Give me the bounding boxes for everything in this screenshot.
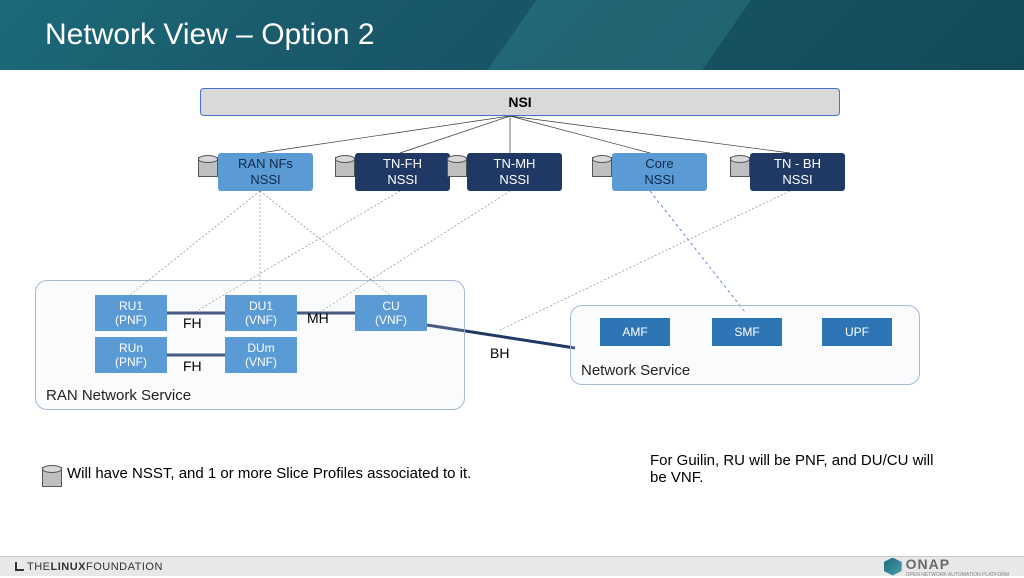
nssi-tnmh-l1: TN-MH — [494, 156, 536, 172]
node-dum-l2: (VNF) — [245, 355, 277, 369]
label-fh2: FH — [183, 358, 202, 374]
node-cu-l2: (VNF) — [375, 313, 407, 327]
node-amf: AMF — [600, 318, 670, 346]
nssi-tnfh-l2: NSSI — [387, 172, 417, 188]
node-smf: SMF — [712, 318, 782, 346]
onap-logo: ONAP OPEN NETWORK AUTOMATION PLATFORM — [884, 556, 1009, 578]
node-run-l2: (PNF) — [115, 355, 147, 369]
cylinder-icon — [42, 465, 60, 487]
note-nsst: Will have NSST, and 1 or more Slice Prof… — [67, 465, 471, 482]
cylinder-icon — [447, 155, 465, 177]
node-du1-l2: (VNF) — [245, 313, 277, 327]
slide-header: Network View – Option 2 — [0, 0, 1024, 70]
node-cu-l1: CU — [382, 299, 399, 313]
diagram-canvas: NSI RAN NFs NSSI TN-FH NSSI TN-MH NSSI C… — [0, 70, 1024, 540]
nssi-tnbh-l1: TN - BH — [774, 156, 821, 172]
nssi-tnmh-l2: NSSI — [499, 172, 529, 188]
nssi-core: Core NSSI — [612, 153, 707, 191]
node-dum-l1: DUm — [247, 341, 274, 355]
label-bh: BH — [490, 345, 509, 361]
node-du1: DU1 (VNF) — [225, 295, 297, 331]
label-fh1: FH — [183, 315, 202, 331]
cylinder-icon — [592, 155, 610, 177]
nssi-tnbh: TN - BH NSSI — [750, 153, 845, 191]
slide-title: Network View – Option 2 — [45, 18, 375, 52]
nsi-box: NSI — [200, 88, 840, 116]
cylinder-icon — [730, 155, 748, 177]
node-run-l1: RUn — [119, 341, 143, 355]
ns-group-label: Network Service — [581, 362, 690, 379]
linux-foundation-logo: THELINUXFOUNDATION — [15, 561, 163, 573]
nssi-core-l1: Core — [645, 156, 673, 172]
ran-group-label: RAN Network Service — [46, 387, 191, 404]
node-dum: DUm (VNF) — [225, 337, 297, 373]
nssi-ran-l2: NSSI — [250, 172, 280, 188]
node-run: RUn (PNF) — [95, 337, 167, 373]
onap-text: ONAP — [906, 556, 1009, 572]
label-mh: MH — [307, 310, 329, 326]
nssi-tnfh: TN-FH NSSI — [355, 153, 450, 191]
onap-cube-icon — [884, 558, 902, 576]
node-du1-l1: DU1 — [249, 299, 273, 313]
nssi-core-l2: NSSI — [644, 172, 674, 188]
node-upf: UPF — [822, 318, 892, 346]
node-ru1-l2: (PNF) — [115, 313, 147, 327]
note-guilin: For Guilin, RU will be PNF, and DU/CU wi… — [650, 452, 950, 486]
slide-footer: THELINUXFOUNDATION ONAP OPEN NETWORK AUT… — [0, 556, 1024, 576]
nssi-tnbh-l2: NSSI — [782, 172, 812, 188]
nssi-ran: RAN NFs NSSI — [218, 153, 313, 191]
node-ru1: RU1 (PNF) — [95, 295, 167, 331]
nssi-ran-l1: RAN NFs — [238, 156, 293, 172]
cylinder-icon — [198, 155, 216, 177]
cylinder-icon — [335, 155, 353, 177]
node-cu: CU (VNF) — [355, 295, 427, 331]
node-ru1-l1: RU1 — [119, 299, 143, 313]
nssi-tnmh: TN-MH NSSI — [467, 153, 562, 191]
onap-subtitle: OPEN NETWORK AUTOMATION PLATFORM — [906, 572, 1009, 578]
nssi-tnfh-l1: TN-FH — [383, 156, 422, 172]
